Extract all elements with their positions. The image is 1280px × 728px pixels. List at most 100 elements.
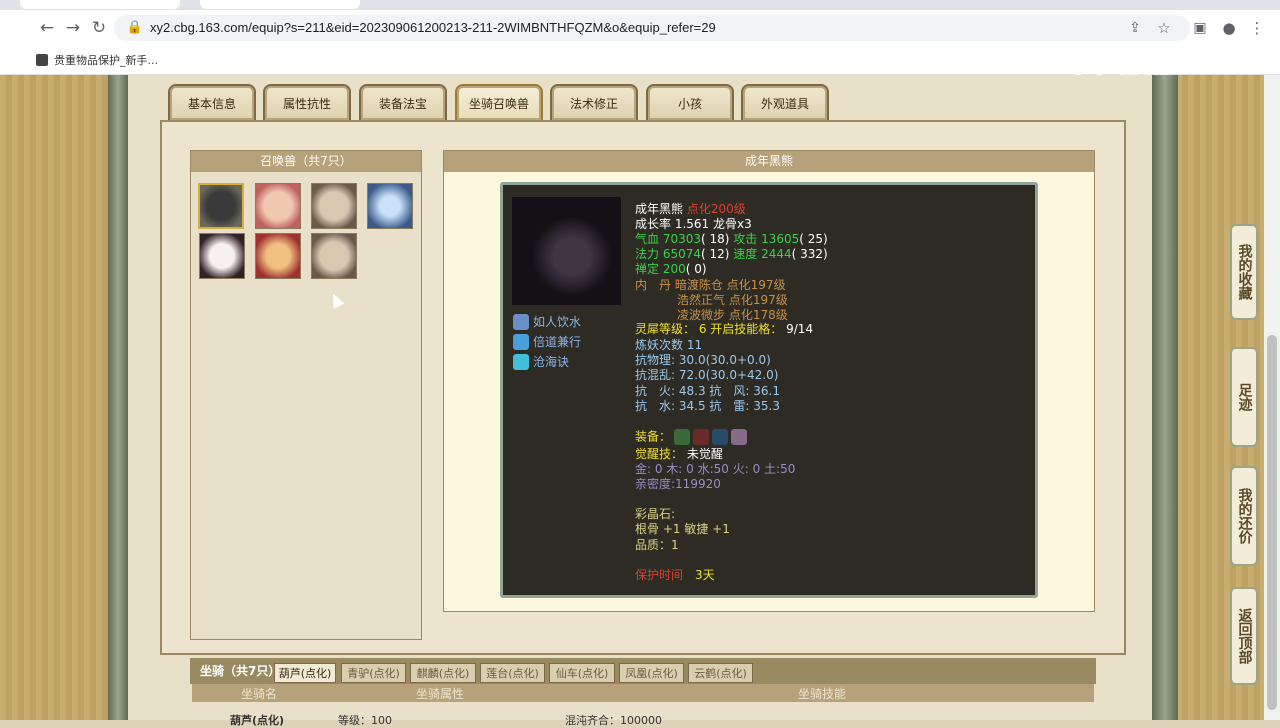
frame-right [1152,75,1178,720]
summon-avatar[interactable] [255,183,301,229]
summon-avatar[interactable] [199,233,245,279]
mp-value: 法力 65074 [635,247,701,261]
skill-label: 如人饮水 [533,315,582,329]
kang-hunluan: 抗混乱: 72.0(30.0+42.0) [635,368,779,382]
protect-value: 3天 [695,568,715,582]
neidan-item: 凌波微步 点化178级 [677,308,788,322]
tab-appearance[interactable]: 外观道具 [741,84,829,120]
forward-icon[interactable]: → [62,17,84,39]
equip-slot-icon[interactable] [731,429,748,445]
mount-tab[interactable]: 葫芦(点化) [274,663,336,683]
summon-avatar[interactable] [311,183,357,229]
hp-atk-line: 气血 70303( 18) 攻击 13605( 25) [635,232,828,246]
mount-tab[interactable]: 莲台(点化) [480,663,545,683]
juexing-label: 觉醒技： [635,447,684,461]
equip-slot-icon[interactable] [674,429,691,445]
footprint-button[interactable]: 足迹 [1230,347,1258,447]
neidan-label: 内 丹 [635,278,672,292]
tab-mount-summon[interactable]: 坐骑召唤兽 [455,84,543,120]
scrollbar-thumb[interactable] [1267,335,1277,710]
summon-detail-header: 成年黑熊 [444,151,1094,172]
browser-tab[interactable] [20,0,180,9]
dingshen-line: 禅定 200( 0) [635,262,707,276]
skill-item[interactable]: 倍道兼行 [513,333,581,350]
summon-name: 成年黑熊 [635,202,684,216]
bookmark-label: 贵重物品保护_新手... [54,54,158,67]
growth-rate: 成长率 1.561 龙骨x3 [635,217,752,231]
dingshen-value: 禅定 200 [635,262,686,276]
mount-title: 坐骑（共7只） [200,664,281,678]
wave-skill-icon [513,353,529,370]
mount-tab[interactable]: 仙车(点化) [549,663,615,683]
star-icon[interactable]: ☆ [1153,17,1175,39]
browser-tab[interactable] [200,0,360,9]
share-icon[interactable]: ⇪ [1124,17,1146,39]
protect-line: 保护时间 3天 [635,568,715,582]
tab-child[interactable]: 小孩 [646,84,734,120]
tab-attributes[interactable]: 属性抗性 [263,84,351,120]
mount-tab[interactable]: 麒麟(点化) [410,663,476,683]
pinzhi-line: 品质：1 [635,538,679,552]
atk-add: ( 25) [799,232,828,246]
profile-icon[interactable]: ● [1218,17,1240,39]
lingxi-value: 6 开启技能格： [698,322,783,336]
mount-table-header [192,684,1094,702]
lock-icon[interactable]: 🔒 [124,17,146,39]
spd-value: 速度 2444 [733,247,792,261]
lingxi-slots: 9/14 [786,322,814,336]
skill-item[interactable]: 如人饮水 [513,313,581,330]
mount-row-skill: 混沌齐合：100000 [565,714,662,727]
caijing-attr: 根骨 +1 敏捷 +1 [635,522,730,536]
wuxing-line: 金: 0 木: 0 水:50 火: 0 土:50 [635,462,796,476]
bookmark-icon [36,54,48,66]
protect-label: 保护时间 [635,568,684,582]
mount-row-name: 葫芦(点化) [230,714,285,727]
mount-tab[interactable]: 青驴(点化) [341,663,406,683]
skill-item[interactable]: 沧海诀 [513,353,569,370]
lianyao-count: 炼妖次数 11 [635,338,703,352]
equip-line: 装备： [635,429,748,445]
kang-shui-lei: 抗 水: 34.5 抗 雷: 35.3 [635,399,780,413]
mount-tab[interactable]: 云鹤(点化) [688,663,753,683]
tab-strip [0,0,1280,10]
summon-avatar[interactable] [311,233,357,279]
hp-value: 气血 70303 [635,232,701,246]
spd-add: ( 332) [791,247,828,261]
mp-spd-line: 法力 65074( 12) 速度 2444( 332) [635,247,828,261]
mount-tab[interactable]: 凤凰(点化) [619,663,684,683]
neidan-item: 浩然正气 点化197级 [677,293,788,307]
kang-wuli: 抗物理: 30.0(30.0+0.0) [635,353,771,367]
equip-slot-icon[interactable] [712,429,729,445]
tab-spell-fix[interactable]: 法术修正 [550,84,638,120]
atk-value: 攻击 13605 [733,232,800,246]
skill-label: 沧海诀 [533,355,570,369]
lingxi-label: 灵犀等级： [635,322,696,336]
summon-avatar[interactable] [255,233,301,279]
qinmi-line: 亲密度:119920 [635,477,721,491]
bookmark-item[interactable]: 贵重物品保护_新手... [36,52,158,68]
favorites-button[interactable]: 我的收藏 [1230,224,1258,320]
summon-avatar[interactable] [198,183,244,229]
sidepanel-icon[interactable]: ▣ [1189,17,1211,39]
frame-left [108,75,128,720]
neidan-line: 内 丹 暗渡陈仓 点化197级 [635,278,786,292]
juexing-value: 未觉醒 [686,447,723,461]
hp-add: ( 18) [701,232,730,246]
summon-avatar[interactable] [367,183,413,229]
counteroffer-button[interactable]: 我的还价 [1230,466,1258,566]
url-text[interactable]: xy2.cbg.163.com/equip?s=211&eid=20230906… [150,20,716,35]
caijingshi-label: 彩晶石: [635,507,676,521]
neidan-item: 暗渡陈仓 点化197级 [674,278,786,292]
summon-level: 点化200级 [686,202,746,216]
reload-icon[interactable]: ↻ [88,17,110,39]
summon-list-header: 召唤兽（共7只） [191,151,421,172]
kang-huo-feng: 抗 火: 48.3 抗 风: 36.1 [635,384,780,398]
menu-icon[interactable]: ⋮ [1246,17,1268,39]
back-to-top-button[interactable]: 返回顶部 [1230,587,1258,685]
summon-name-line: 成年黑熊 点化200级 [635,202,746,216]
tab-equipment[interactable]: 装备法宝 [359,84,447,120]
tab-basic-info[interactable]: 基本信息 [168,84,256,120]
lingxi-line: 灵犀等级： 6 开启技能格： 9/14 [635,322,813,336]
back-icon[interactable]: ← [36,17,58,39]
equip-slot-icon[interactable] [693,429,710,445]
